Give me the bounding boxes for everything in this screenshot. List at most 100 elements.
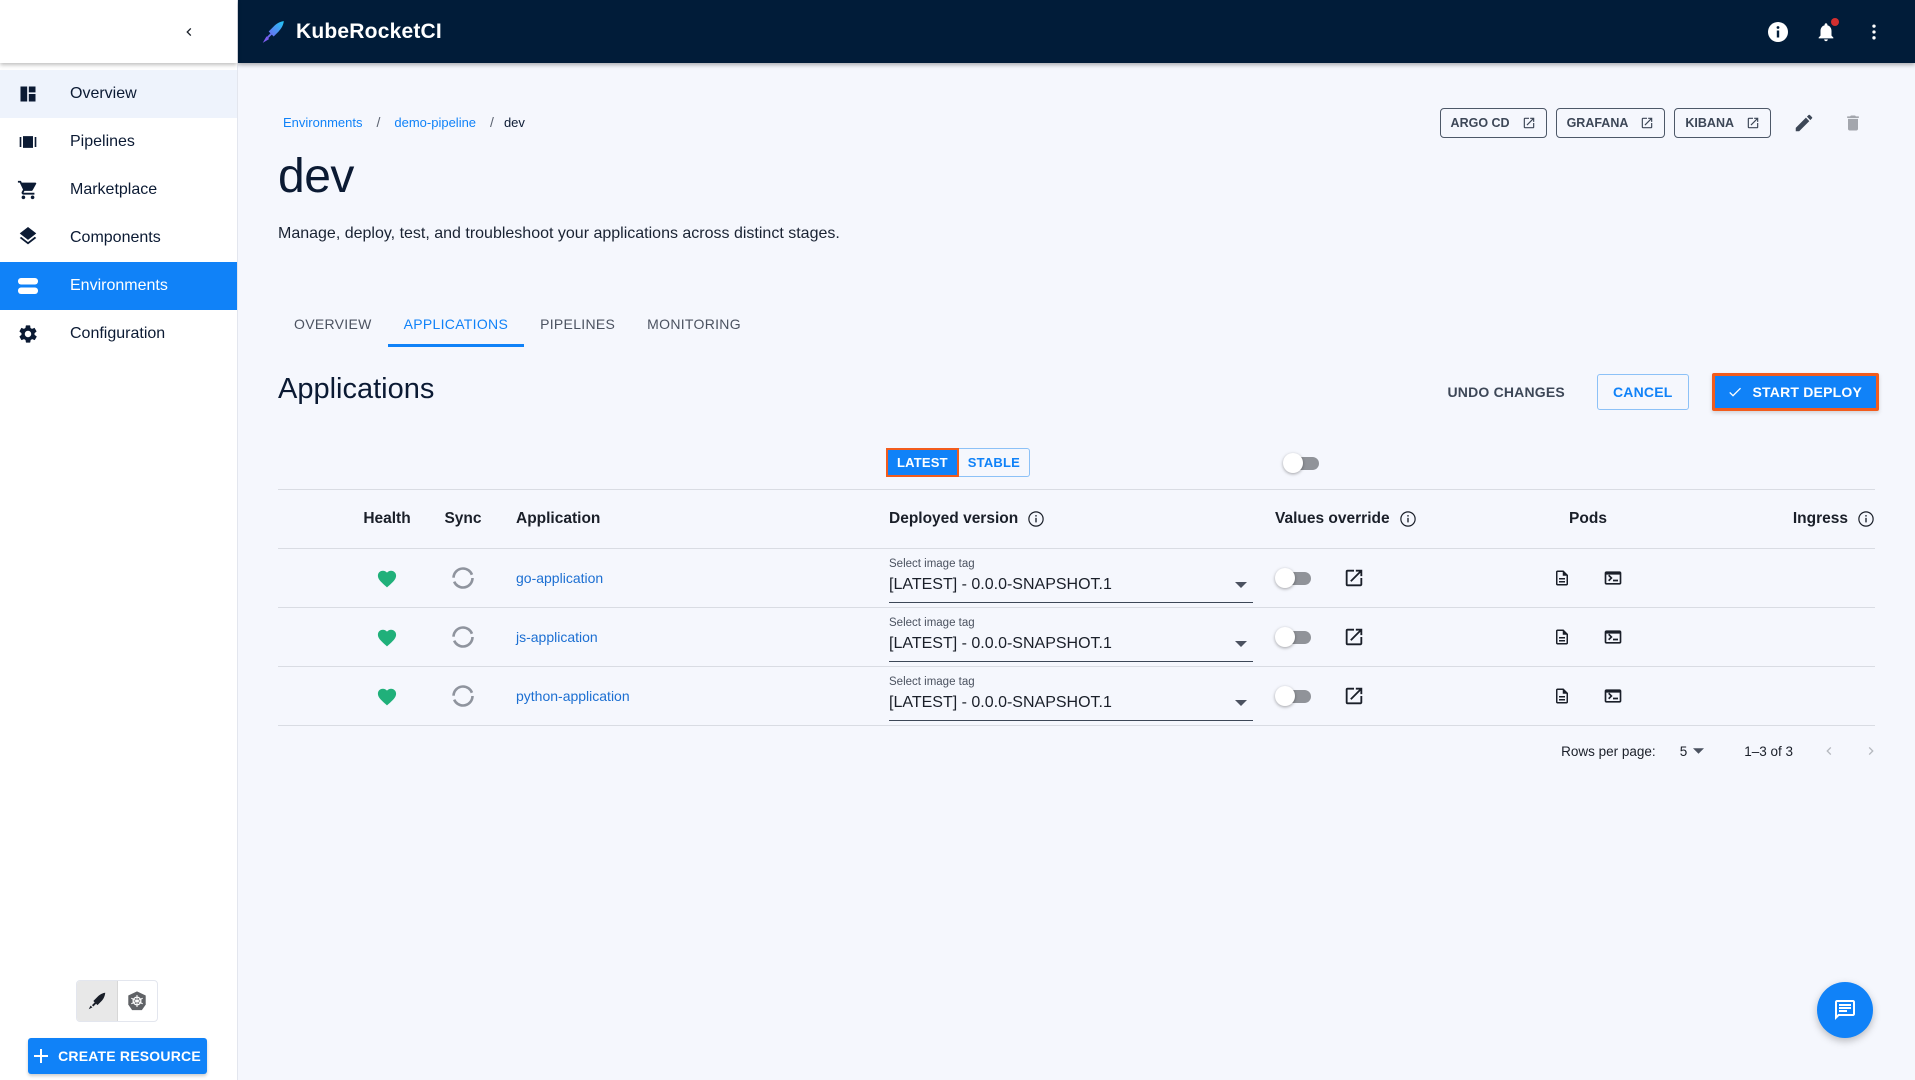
mode-switch xyxy=(76,980,158,1022)
pod-logs-button[interactable] xyxy=(1553,686,1571,706)
grafana-label: GRAFANA xyxy=(1566,116,1629,130)
tabs: OVERVIEW APPLICATIONS PIPELINES MONITORI… xyxy=(278,301,757,347)
application-link[interactable]: python-application xyxy=(516,688,630,704)
sidebar-item-components[interactable]: Components xyxy=(0,214,237,262)
pod-terminal-button[interactable] xyxy=(1603,686,1623,706)
breadcrumb-demo-pipeline[interactable]: demo-pipeline xyxy=(394,115,476,130)
column-application[interactable]: Application xyxy=(516,490,600,548)
info-outline-icon[interactable] xyxy=(1399,510,1417,528)
sidebar-item-pipelines[interactable]: Pipelines xyxy=(0,118,237,166)
image-tag-select[interactable]: Select image tag [LATEST] - 0.0.0-SNAPSH… xyxy=(889,673,1253,721)
cart-icon xyxy=(16,178,40,202)
health-cell xyxy=(362,608,412,666)
argocd-label: ARGO CD xyxy=(1450,116,1510,130)
sidebar-nav: Overview Pipelines Marketplace Component… xyxy=(0,70,237,358)
appbar-actions xyxy=(1765,0,1887,63)
sidebar-item-environments[interactable]: Environments xyxy=(0,262,237,310)
values-override-toggle[interactable] xyxy=(1275,686,1313,706)
more-menu-button[interactable] xyxy=(1861,19,1887,45)
stable-button[interactable]: STABLE xyxy=(958,448,1031,477)
pod-logs-button[interactable] xyxy=(1553,568,1571,588)
previous-page-button[interactable] xyxy=(1821,743,1837,759)
sidebar-item-label: Overview xyxy=(70,85,137,102)
pods-cell xyxy=(1518,608,1658,666)
column-label: Ingress xyxy=(1792,510,1848,527)
sidebar-item-label: Pipelines xyxy=(70,133,135,150)
latest-button[interactable]: LATEST xyxy=(886,448,959,477)
start-deploy-button[interactable]: START DEPLOY xyxy=(1711,373,1879,411)
cancel-button[interactable]: CANCEL xyxy=(1596,374,1689,410)
open-values-button[interactable] xyxy=(1343,626,1365,648)
pod-terminal-button[interactable] xyxy=(1603,627,1623,647)
image-tag-select[interactable]: Select image tag [LATEST] - 0.0.0-SNAPSH… xyxy=(889,614,1253,662)
rows-per-page-select[interactable]: 5 xyxy=(1680,744,1705,759)
kibana-link-button[interactable]: KIBANA xyxy=(1674,108,1771,138)
sidebar-item-marketplace[interactable]: Marketplace xyxy=(0,166,237,214)
terminal-icon xyxy=(1604,571,1622,585)
sidebar-item-label: Components xyxy=(70,229,161,246)
version-switch: LATEST STABLE xyxy=(886,448,1031,477)
breadcrumb-separator: / xyxy=(490,114,494,130)
pod-logs-button[interactable] xyxy=(1553,627,1571,647)
values-override-cell xyxy=(1275,608,1365,666)
grafana-link-button[interactable]: GRAFANA xyxy=(1555,108,1666,138)
terminal-icon xyxy=(1604,630,1622,644)
select-value: [LATEST] - 0.0.0-SNAPSHOT.1 xyxy=(889,576,1112,593)
info-outline-icon[interactable] xyxy=(1857,510,1875,528)
sidebar-item-configuration[interactable]: Configuration xyxy=(0,310,237,358)
sync-unknown-icon xyxy=(452,685,474,707)
start-deploy-label: START DEPLOY xyxy=(1752,384,1862,400)
edit-button[interactable] xyxy=(1784,108,1824,138)
application-link[interactable]: go-application xyxy=(516,570,603,586)
brand[interactable]: KubeRocketCI xyxy=(260,19,442,45)
image-tag-select[interactable]: Select image tag [LATEST] - 0.0.0-SNAPSH… xyxy=(889,555,1253,603)
collapse-sidebar-button[interactable] xyxy=(175,18,203,46)
heart-icon xyxy=(377,688,397,706)
argocd-link-button[interactable]: ARGO CD xyxy=(1439,108,1547,138)
create-resource-button[interactable]: CREATE RESOURCE xyxy=(28,1038,207,1074)
kubernetes-mode-button[interactable] xyxy=(118,981,158,1021)
tab-pipelines[interactable]: PIPELINES xyxy=(524,301,631,347)
values-override-all-toggle[interactable] xyxy=(1283,453,1321,473)
info-button[interactable] xyxy=(1765,19,1791,45)
applications-table: Health Sync Application Deployed version… xyxy=(278,489,1875,726)
breadcrumb-environments[interactable]: Environments xyxy=(283,115,362,130)
delete-button[interactable] xyxy=(1833,108,1873,138)
notifications-button[interactable] xyxy=(1813,17,1839,45)
pods-cell xyxy=(1518,549,1658,607)
info-icon xyxy=(1768,21,1788,42)
application-link[interactable]: js-application xyxy=(516,629,598,645)
rows-per-page-value: 5 xyxy=(1679,743,1688,759)
values-override-cell xyxy=(1275,549,1365,607)
heart-icon xyxy=(377,570,397,588)
next-page-button[interactable] xyxy=(1863,743,1879,759)
column-label: Deployed version xyxy=(889,510,1019,527)
sidebar-item-overview[interactable]: Overview xyxy=(0,70,237,118)
layers-icon xyxy=(16,226,40,250)
undo-changes-button[interactable]: UNDO CHANGES xyxy=(1431,374,1581,410)
tab-monitoring[interactable]: MONITORING xyxy=(631,301,757,347)
sync-unknown-icon xyxy=(452,626,474,648)
table-header-row: Health Sync Application Deployed version… xyxy=(278,489,1875,549)
gear-icon xyxy=(16,322,40,346)
chevron-left-icon xyxy=(1826,747,1832,755)
top-app-bar: KubeRocketCI xyxy=(238,0,1915,63)
info-outline-icon[interactable] xyxy=(1027,510,1045,528)
dropdown-arrow-icon xyxy=(1693,748,1705,754)
more-vert-icon xyxy=(1872,24,1876,39)
table-row: go-application Select image tag [LATEST]… xyxy=(278,549,1875,608)
column-health[interactable]: Health xyxy=(362,490,412,548)
tab-applications[interactable]: APPLICATIONS xyxy=(387,301,525,347)
tab-overview[interactable]: OVERVIEW xyxy=(278,301,388,347)
column-sync[interactable]: Sync xyxy=(443,490,483,548)
toggle-thumb xyxy=(1275,686,1295,706)
document-icon xyxy=(1556,570,1568,586)
open-values-button[interactable] xyxy=(1343,567,1365,589)
values-override-toggle[interactable] xyxy=(1275,627,1313,647)
feedback-chat-button[interactable] xyxy=(1817,982,1873,1038)
krci-mode-button[interactable] xyxy=(77,981,118,1021)
breadcrumb-current: dev xyxy=(503,114,525,130)
values-override-toggle[interactable] xyxy=(1275,568,1313,588)
open-values-button[interactable] xyxy=(1343,685,1365,707)
pod-terminal-button[interactable] xyxy=(1603,568,1623,588)
